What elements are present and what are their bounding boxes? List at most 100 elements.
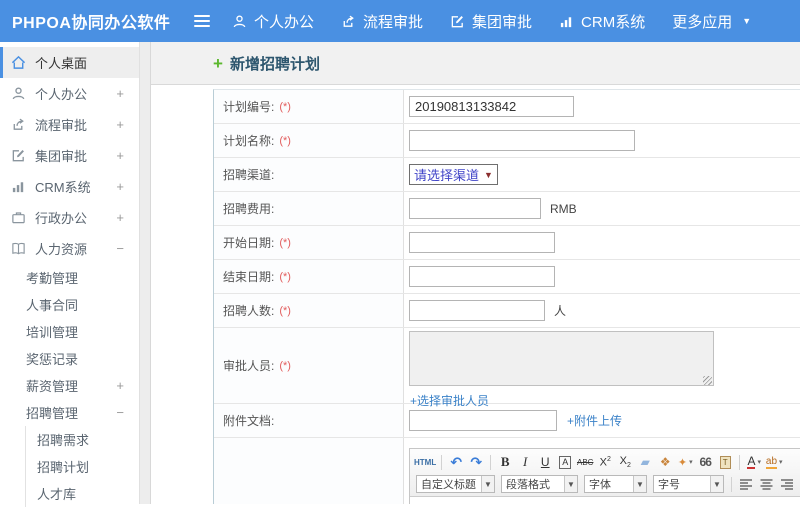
topnav-label: CRM系统: [581, 13, 646, 31]
field-value-cell: RMB: [404, 192, 800, 225]
end-date-input[interactable]: [409, 266, 555, 287]
field-value-cell: +附件上传: [404, 404, 800, 437]
sidebar-item-label: 考勤管理: [26, 271, 79, 286]
field-value-cell: 请选择渠道 ▼: [404, 158, 800, 191]
editor-toolbar-row1: HTML ↶ ↷ B I U A ABC X2 X2 ▰ ❖ ✦ ▾ 66 T A ▾ ab ▾: [413, 451, 800, 473]
sidebar-item-admin-office[interactable]: 行政办公 +: [0, 202, 139, 233]
share-icon: [341, 14, 356, 29]
editor-redo-button[interactable]: ↷: [467, 453, 485, 472]
sidebar-item-salary-mgmt[interactable]: 薪资管理 +: [0, 372, 139, 399]
collapse-icon[interactable]: −: [116, 405, 124, 420]
editor-undo-button[interactable]: ↶: [447, 453, 465, 472]
sidebar-item-group-approval[interactable]: 集团审批 +: [0, 140, 139, 171]
topnav-item-workflow-approval[interactable]: 流程审批: [341, 11, 423, 32]
editor-bold-button[interactable]: B: [496, 453, 514, 472]
sidebar-item-rewards-records[interactable]: 奖惩记录: [0, 345, 139, 372]
topnav-label: 个人办公: [254, 13, 315, 31]
editor-underline-button[interactable]: U: [536, 453, 554, 472]
field-label: 开始日期:: [223, 236, 275, 250]
editor-pasteplain-button[interactable]: T: [716, 453, 734, 472]
expand-icon[interactable]: +: [116, 210, 124, 225]
editor-strikethrough-button[interactable]: ABC: [576, 453, 594, 472]
sidebar-item-crm-system[interactable]: CRM系统 +: [0, 171, 139, 202]
editor-backcolor-button[interactable]: ab ▾: [765, 453, 783, 472]
sidebar-item-attendance-mgmt[interactable]: 考勤管理: [0, 264, 139, 291]
menu-toggle-icon[interactable]: [194, 15, 210, 27]
editor-forecolor-button[interactable]: A ▾: [745, 453, 763, 472]
start-date-input[interactable]: [409, 232, 555, 253]
toolbar-separator: [739, 454, 741, 470]
editor-removeformat-button[interactable]: ❖: [656, 453, 674, 472]
editor-eraser-button[interactable]: ▰: [636, 453, 654, 472]
home-icon: [11, 55, 26, 70]
sidebar-item-talent-pool[interactable]: 人才库: [25, 480, 139, 507]
editor-font-size-combo[interactable]: 字号 ▼: [653, 475, 724, 493]
topnav-item-crm-system[interactable]: CRM系统: [559, 11, 645, 32]
sidebar-item-recruitment-mgmt[interactable]: 招聘管理 −: [0, 399, 139, 426]
editor-toolbar: HTML ↶ ↷ B I U A ABC X2 X2 ▰ ❖ ✦ ▾ 66 T A ▾ ab ▾ 自定义标题 ▼ 段落格式…: [410, 449, 800, 497]
sidebar-item-label: 个人办公: [35, 87, 88, 102]
expand-icon[interactable]: +: [116, 148, 124, 163]
field-label-cell: 招聘人数: (*): [214, 294, 404, 327]
editor-custom-style-combo[interactable]: 自定义标题 ▼: [416, 475, 495, 493]
editor-toolbar-row2: 自定义标题 ▼ 段落格式 ▼ 字体 ▼ 字号 ▼: [413, 473, 800, 495]
editor-blockquote-button[interactable]: 66: [696, 453, 714, 472]
form-row-start-date: 开始日期: (*): [214, 226, 800, 260]
recruit-plan-form: 计划编号: (*) 计划名称: (*) 招聘渠道: 请选择渠道 ▼ 招聘费用: RMB 开始日期:…: [213, 89, 800, 504]
plan-number-input[interactable]: [409, 96, 574, 117]
sidebar-item-hr-contract[interactable]: 人事合同: [0, 291, 139, 318]
sidebar-item-training-mgmt[interactable]: 培训管理: [0, 318, 139, 345]
app-brand: PHPOA协同办公软件: [12, 15, 171, 32]
expand-icon[interactable]: +: [116, 117, 124, 132]
editor-justifyright-button[interactable]: [777, 475, 795, 494]
toolbar-separator: [731, 476, 732, 492]
sidebar-item-personal-desktop[interactable]: 个人桌面: [0, 47, 139, 78]
editor-superscript-button[interactable]: X2: [596, 453, 614, 472]
combo-caret-icon: ▼: [564, 476, 577, 492]
sidebar-item-label: 人才库: [37, 487, 77, 502]
editor-source-button[interactable]: HTML: [414, 453, 436, 472]
form-row-headcount: 招聘人数: (*) 人: [214, 294, 800, 328]
expand-icon[interactable]: +: [116, 179, 124, 194]
toolbar-separator: [441, 454, 443, 470]
field-label: 计划编号:: [223, 100, 275, 114]
required-mark: (*): [279, 236, 291, 249]
editor-formatmatch-button[interactable]: ✦ ▾: [676, 453, 694, 472]
editor-paragraph-combo[interactable]: 段落格式 ▼: [501, 475, 578, 493]
approvers-textarea[interactable]: [409, 331, 714, 386]
app-body: 个人桌面 个人办公 + 流程审批 + 集团审批 + CRM系统 + 行政办公 + 人力资源 − 考勤管理人…: [0, 42, 800, 507]
plan-name-input[interactable]: [409, 130, 635, 151]
editor-italic-button[interactable]: I: [516, 453, 534, 472]
topnav-item-more-apps[interactable]: 更多应用 ▼: [672, 11, 751, 32]
topnav-item-personal-office[interactable]: 个人办公: [232, 11, 314, 32]
field-value-cell: HTML ↶ ↷ B I U A ABC X2 X2 ▰ ❖ ✦ ▾ 66 T A ▾ ab ▾ 自定义标题 ▼ 段落格式…: [404, 438, 800, 504]
field-label: 审批人员:: [223, 359, 275, 373]
attachment-link[interactable]: +附件上传: [567, 412, 622, 429]
sidebar-item-recruit-plan[interactable]: 招聘计划: [25, 453, 139, 480]
required-mark: (*): [279, 270, 291, 283]
topnav-item-group-approval[interactable]: 集团审批: [450, 11, 532, 32]
editor-justifyleft-button[interactable]: [737, 475, 755, 494]
sidebar: 个人桌面 个人办公 + 流程审批 + 集团审批 + CRM系统 + 行政办公 + 人力资源 − 考勤管理人…: [0, 42, 140, 507]
editor-subscript-button[interactable]: X2: [616, 453, 634, 472]
expand-icon[interactable]: +: [116, 86, 124, 101]
attachment-input[interactable]: [409, 410, 557, 431]
toolbar-separator: [490, 454, 492, 470]
sidebar-item-human-resources[interactable]: 人力资源 −: [0, 233, 139, 264]
editor-content-area[interactable]: [410, 497, 800, 504]
sidebar-item-workflow-approval[interactable]: 流程审批 +: [0, 109, 139, 140]
sidebar-item-personal-office[interactable]: 个人办公 +: [0, 78, 139, 109]
form-row-plan-content: HTML ↶ ↷ B I U A ABC X2 X2 ▰ ❖ ✦ ▾ 66 T A ▾ ab ▾ 自定义标题 ▼ 段落格式…: [214, 438, 800, 504]
field-label-cell: 计划名称: (*): [214, 124, 404, 157]
recruit-fee-input[interactable]: [409, 198, 541, 219]
field-value-cell: [404, 124, 800, 157]
expand-icon[interactable]: +: [116, 378, 124, 393]
field-label: 招聘费用:: [223, 202, 275, 216]
editor-font-family-combo[interactable]: 字体 ▼: [584, 475, 647, 493]
collapse-icon[interactable]: −: [116, 241, 124, 256]
sidebar-item-recruit-demand[interactable]: 招聘需求: [25, 426, 139, 453]
recruit-channel-select[interactable]: 请选择渠道 ▼: [409, 164, 498, 185]
headcount-input[interactable]: [409, 300, 545, 321]
editor-autotypeset-button[interactable]: A: [556, 453, 574, 472]
editor-justifycenter-button[interactable]: [757, 475, 775, 494]
